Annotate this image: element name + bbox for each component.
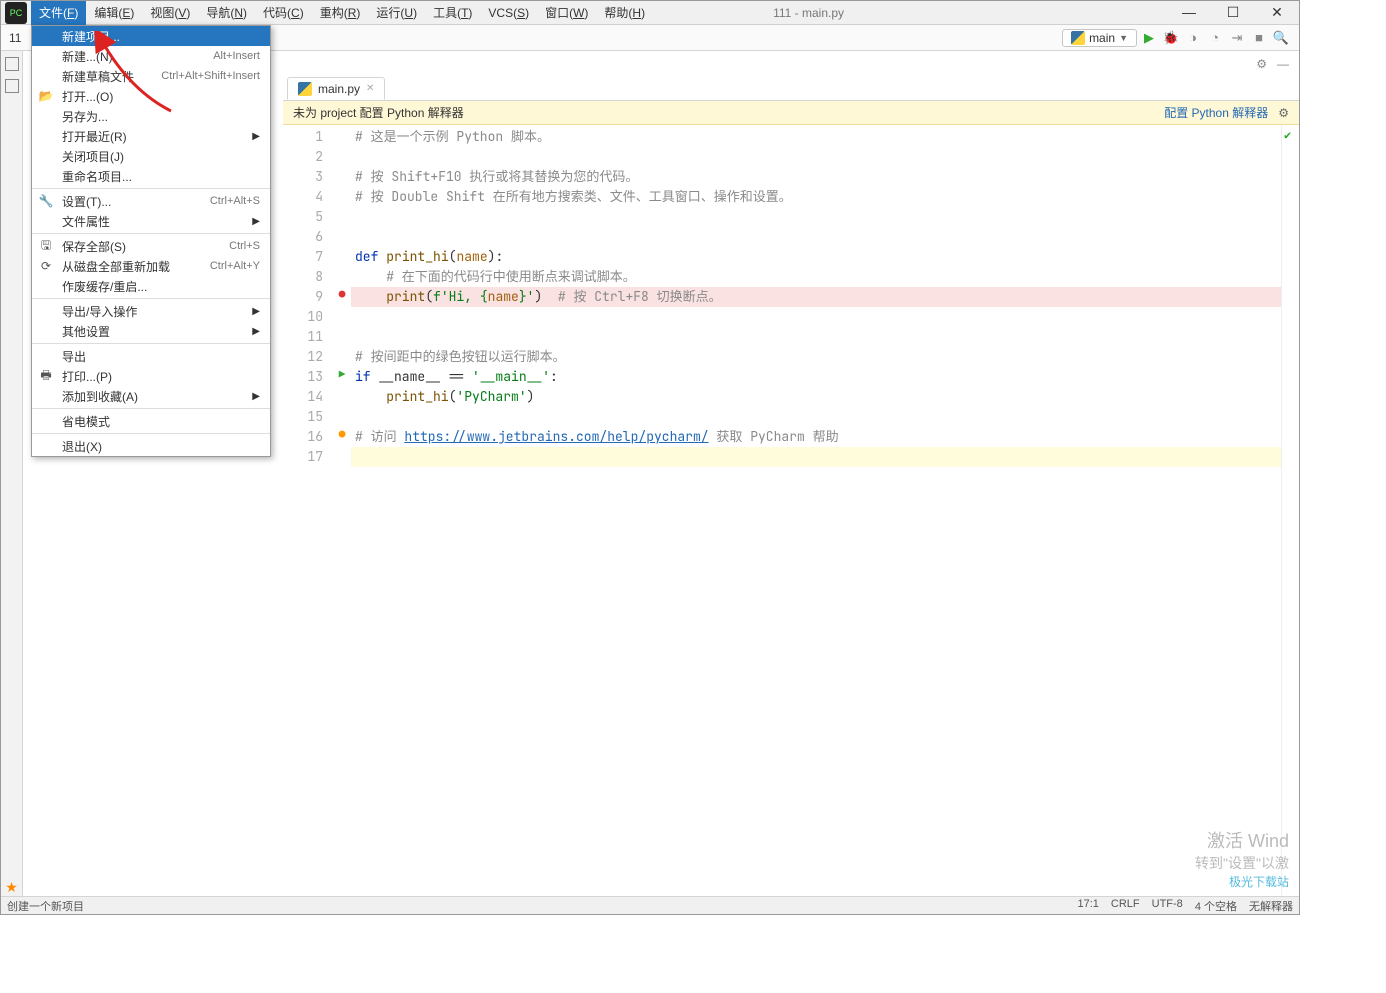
menu-item[interactable]: 导出/导入操作▶ [32,301,270,321]
status-cell[interactable]: 17:1 [1077,898,1098,914]
attach-button[interactable]: ⇥ [1227,28,1247,48]
file-menu-dropdown: 新建项目...新建...(N)Alt+Insert新建草稿文件Ctrl+Alt+… [31,25,271,457]
debug-button[interactable]: 🐞 [1161,28,1181,48]
status-bar: 创建一个新项目 17:1 CRLF UTF-8 4 个空格无解释器 [1,896,1299,914]
menu-item[interactable]: 🖫保存全部(S)Ctrl+S [32,236,270,256]
menu-item[interactable]: 文件属性▶ [32,211,270,231]
menu-工具[interactable]: 工具(T) [425,1,480,25]
menu-item[interactable]: 退出(X) [32,436,270,456]
minimize-icon[interactable]: — [1167,1,1211,25]
status-cell[interactable]: CRLF [1111,898,1140,914]
menu-编辑[interactable]: 编辑(E) [86,1,142,25]
configure-interpreter-link[interactable]: 配置 Python 解释器 [1164,104,1268,121]
window-controls: — ☐ ✕ [1167,1,1299,25]
app-icon: PC [5,2,27,24]
code-editor[interactable]: 1234567891011121314151617 ●▶● # 这是一个示例 P… [283,125,1299,896]
maximize-icon[interactable]: ☐ [1211,1,1255,25]
window-title: 111 - main.py [773,6,844,20]
favorites-tool-icon[interactable]: ★ [5,879,18,896]
menu-导航[interactable]: 导航(N) [198,1,255,25]
line-numbers: 1234567891011121314151617 [283,125,333,896]
notice-text: 未为 project 配置 Python 解释器 [293,104,464,121]
close-tab-icon[interactable]: ✕ [366,83,374,94]
python-icon [298,82,312,96]
menu-VCS[interactable]: VCS(S) [480,1,537,25]
interpreter-notice-bar: 未为 project 配置 Python 解释器 配置 Python 解释器 ⚙ [283,101,1299,125]
run-config-selector[interactable]: main ▼ [1062,29,1137,47]
hide-icon[interactable]: — [1277,57,1289,71]
breadcrumb[interactable]: 11 [9,31,21,45]
menu-item[interactable]: 省电模式 [32,411,270,431]
menu-item[interactable]: 🔧设置(T)...Ctrl+Alt+S [32,191,270,211]
left-tool-stripe: ★ [1,51,23,896]
gear-icon[interactable]: ⚙ [1278,106,1289,120]
menu-item[interactable]: 作废缓存/重启... [32,276,270,296]
menu-文件[interactable]: 文件(F) [31,1,86,25]
inspection-stripe: ✔ [1281,125,1299,896]
chevron-down-icon: ▼ [1119,33,1128,43]
structure-tool-icon[interactable] [5,79,19,93]
editor-tabs: main.py ✕ [283,77,1299,101]
menu-重构[interactable]: 重构(R) [312,1,369,25]
menu-item[interactable]: 关闭项目(J) [32,146,270,166]
menu-窗口[interactable]: 窗口(W) [537,1,596,25]
menu-item[interactable]: 🖶打印...(P) [32,366,270,386]
menu-item[interactable]: 导出 [32,346,270,366]
status-hint: 创建一个新项目 [7,898,84,914]
menu-运行[interactable]: 运行(U) [368,1,425,25]
menu-item[interactable]: 新建项目... [32,26,270,46]
python-icon [1071,31,1085,45]
menu-item[interactable]: 新建...(N)Alt+Insert [32,46,270,66]
menu-item[interactable]: 另存为... [32,106,270,126]
stop-button[interactable]: ■ [1249,28,1269,48]
search-everywhere-icon[interactable]: 🔍 [1271,28,1291,48]
menu-帮助[interactable]: 帮助(H) [596,1,653,25]
menu-item[interactable]: 打开最近(R)▶ [32,126,270,146]
status-cell[interactable]: 无解释器 [1249,898,1293,914]
close-icon[interactable]: ✕ [1255,1,1299,25]
menu-bar: 文件(F)编辑(E)视图(V)导航(N)代码(C)重构(R)运行(U)工具(T)… [31,1,653,25]
profile-button[interactable]: ◔ [1205,28,1225,48]
coverage-button[interactable]: ◑ [1183,28,1203,48]
menu-视图[interactable]: 视图(V) [142,1,198,25]
menu-item[interactable]: 📂打开...(O) [32,86,270,106]
status-cell[interactable]: 4 个空格 [1195,898,1237,914]
menu-代码[interactable]: 代码(C) [255,1,312,25]
code-area[interactable]: # 这是一个示例 Python 脚本。# 按 Shift+F10 执行或将其替换… [351,125,1281,896]
menu-item[interactable]: 重命名项目... [32,166,270,186]
menu-item[interactable]: 其他设置▶ [32,321,270,341]
check-icon: ✔ [1282,125,1299,145]
menu-item[interactable]: 新建草稿文件Ctrl+Alt+Shift+Insert [32,66,270,86]
gutter-marks: ●▶● [333,125,351,896]
status-cell[interactable]: UTF-8 [1152,898,1183,914]
run-button[interactable]: ▶ [1139,28,1159,48]
project-tool-icon[interactable] [5,57,19,71]
title-bar: PC 文件(F)编辑(E)视图(V)导航(N)代码(C)重构(R)运行(U)工具… [1,1,1299,25]
menu-item[interactable]: 添加到收藏(A)▶ [32,386,270,406]
menu-item[interactable]: ⟳从磁盘全部重新加载Ctrl+Alt+Y [32,256,270,276]
collapse-icon[interactable]: ⚙ [1256,57,1267,71]
tab-main-py[interactable]: main.py ✕ [287,77,385,100]
